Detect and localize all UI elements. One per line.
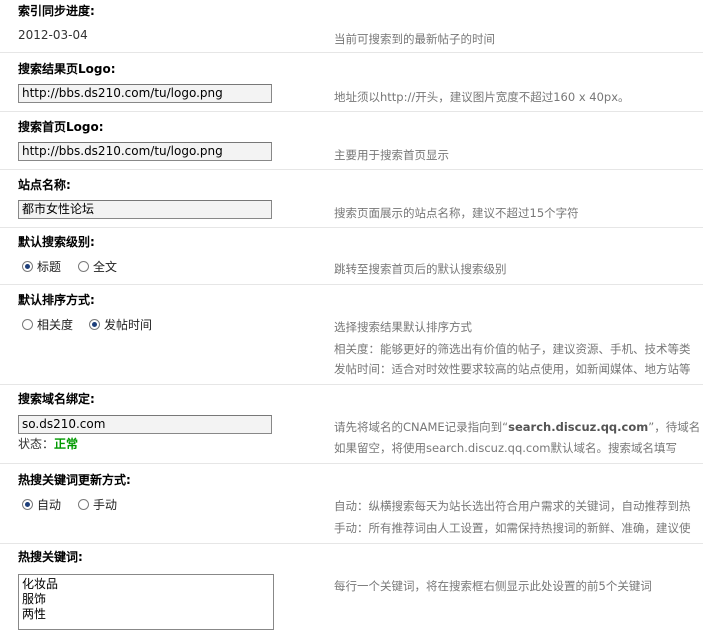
home-logo-tip: 主要用于搜索首页显示 — [334, 148, 449, 162]
separator — [0, 227, 703, 228]
domain-tip-default: 如果留空，将使用search.discuz.qq.com默认域名。搜索域名填写 — [334, 441, 677, 455]
domain-status-label: 状态： — [18, 437, 55, 451]
radio-checked-icon[interactable] — [22, 499, 33, 510]
separator — [0, 111, 703, 112]
sync-progress-value: 2012-03-04 — [18, 28, 88, 42]
home-logo-input[interactable]: http://bbs.ds210.com/tu/logo.png — [18, 142, 272, 161]
hot-update-option-label: 自动 — [37, 498, 62, 512]
search-level-option-title[interactable]: 标题 — [22, 258, 61, 275]
sort-option-label: 发帖时间 — [104, 318, 153, 332]
domain-tip: 请先将域名的CNAME记录指向到“search.discuz.qq.com”，待… — [334, 419, 700, 435]
result-logo-label: 搜索结果页Logo: — [18, 62, 116, 76]
hot-keywords-label: 热搜关键词: — [18, 550, 83, 564]
hot-update-tip-auto: 自动：纵横搜索每天为站长选出符合用户需求的关键词，自动推荐到热 — [334, 499, 691, 513]
radio-checked-icon[interactable] — [89, 319, 100, 330]
radio-unchecked-icon[interactable] — [78, 499, 89, 510]
search-level-option-fulltext[interactable]: 全文 — [78, 258, 117, 275]
separator — [0, 284, 703, 285]
site-name-input[interactable]: 都市女性论坛 — [18, 200, 272, 219]
sort-tip-relevance: 相关度：能够更好的筛选出有价值的帖子，建议资源、手机、技术等类 — [334, 342, 691, 356]
radio-unchecked-icon[interactable] — [22, 319, 33, 330]
radio-checked-icon[interactable] — [22, 261, 33, 272]
sort-option-label: 相关度 — [37, 318, 74, 332]
sync-progress-tip: 当前可搜索到的最新帖子的时间 — [334, 32, 495, 46]
sort-label: 默认排序方式: — [18, 293, 95, 307]
sort-option-relevance[interactable]: 相关度 — [22, 316, 73, 333]
sort-tip-post-time: 发帖时间：适合对时效性要求较高的站点使用，如新闻媒体、地方站等 — [334, 362, 691, 376]
domain-input[interactable]: so.ds210.com — [18, 415, 272, 434]
separator — [0, 384, 703, 385]
hot-keywords-tip: 每行一个关键词，将在搜索框右侧显示此处设置的前5个关键词 — [334, 579, 652, 593]
search-level-option-label: 全文 — [93, 260, 118, 274]
hot-update-option-manual[interactable]: 手动 — [78, 496, 117, 513]
separator — [0, 169, 703, 170]
domain-tip-cname: search.discuz.qq.com — [508, 420, 649, 434]
search-level-label: 默认搜索级别: — [18, 235, 95, 249]
hot-update-tip-manual: 手动：所有推荐词由人工设置，如需保持热搜词的新鲜、准确，建议使 — [334, 521, 691, 535]
result-logo-tip: 地址须以http://开头，建议图片宽度不超过160 x 40px。 — [334, 90, 630, 104]
sync-progress-label: 索引同步进度: — [18, 4, 95, 18]
site-name-tip: 搜索页面展示的站点名称，建议不超过15个字符 — [334, 206, 579, 220]
sort-tip: 选择搜索结果默认排序方式 — [334, 320, 472, 334]
separator — [0, 543, 703, 544]
hot-keyword-line: 服饰 — [22, 592, 47, 606]
search-level-tip: 跳转至搜索首页后的默认搜索级别 — [334, 262, 507, 276]
home-logo-label: 搜索首页Logo: — [18, 120, 104, 134]
hot-keyword-line: 化妆品 — [22, 577, 59, 591]
hot-update-label: 热搜关键词更新方式: — [18, 473, 131, 487]
domain-status-value: 正常 — [54, 437, 79, 451]
hot-update-option-auto[interactable]: 自动 — [22, 496, 61, 513]
sort-option-post-time[interactable]: 发帖时间 — [89, 316, 152, 333]
site-name-label: 站点名称: — [18, 178, 71, 192]
hot-update-option-label: 手动 — [93, 498, 118, 512]
radio-unchecked-icon[interactable] — [78, 261, 89, 272]
domain-status: 状态：正常 — [18, 435, 78, 452]
separator — [0, 463, 703, 464]
hot-keyword-line: 两性 — [22, 607, 47, 621]
domain-tip-prefix: 请先将域名的CNAME记录指向到“ — [334, 420, 509, 434]
separator — [0, 52, 703, 53]
domain-label: 搜索域名绑定: — [18, 392, 95, 406]
hot-keywords-textarea[interactable]: 化妆品 服饰 两性 — [18, 574, 274, 630]
domain-tip-suffix: ”，待域名 — [648, 420, 701, 434]
result-logo-input[interactable]: http://bbs.ds210.com/tu/logo.png — [18, 84, 272, 103]
search-level-option-label: 标题 — [37, 260, 62, 274]
